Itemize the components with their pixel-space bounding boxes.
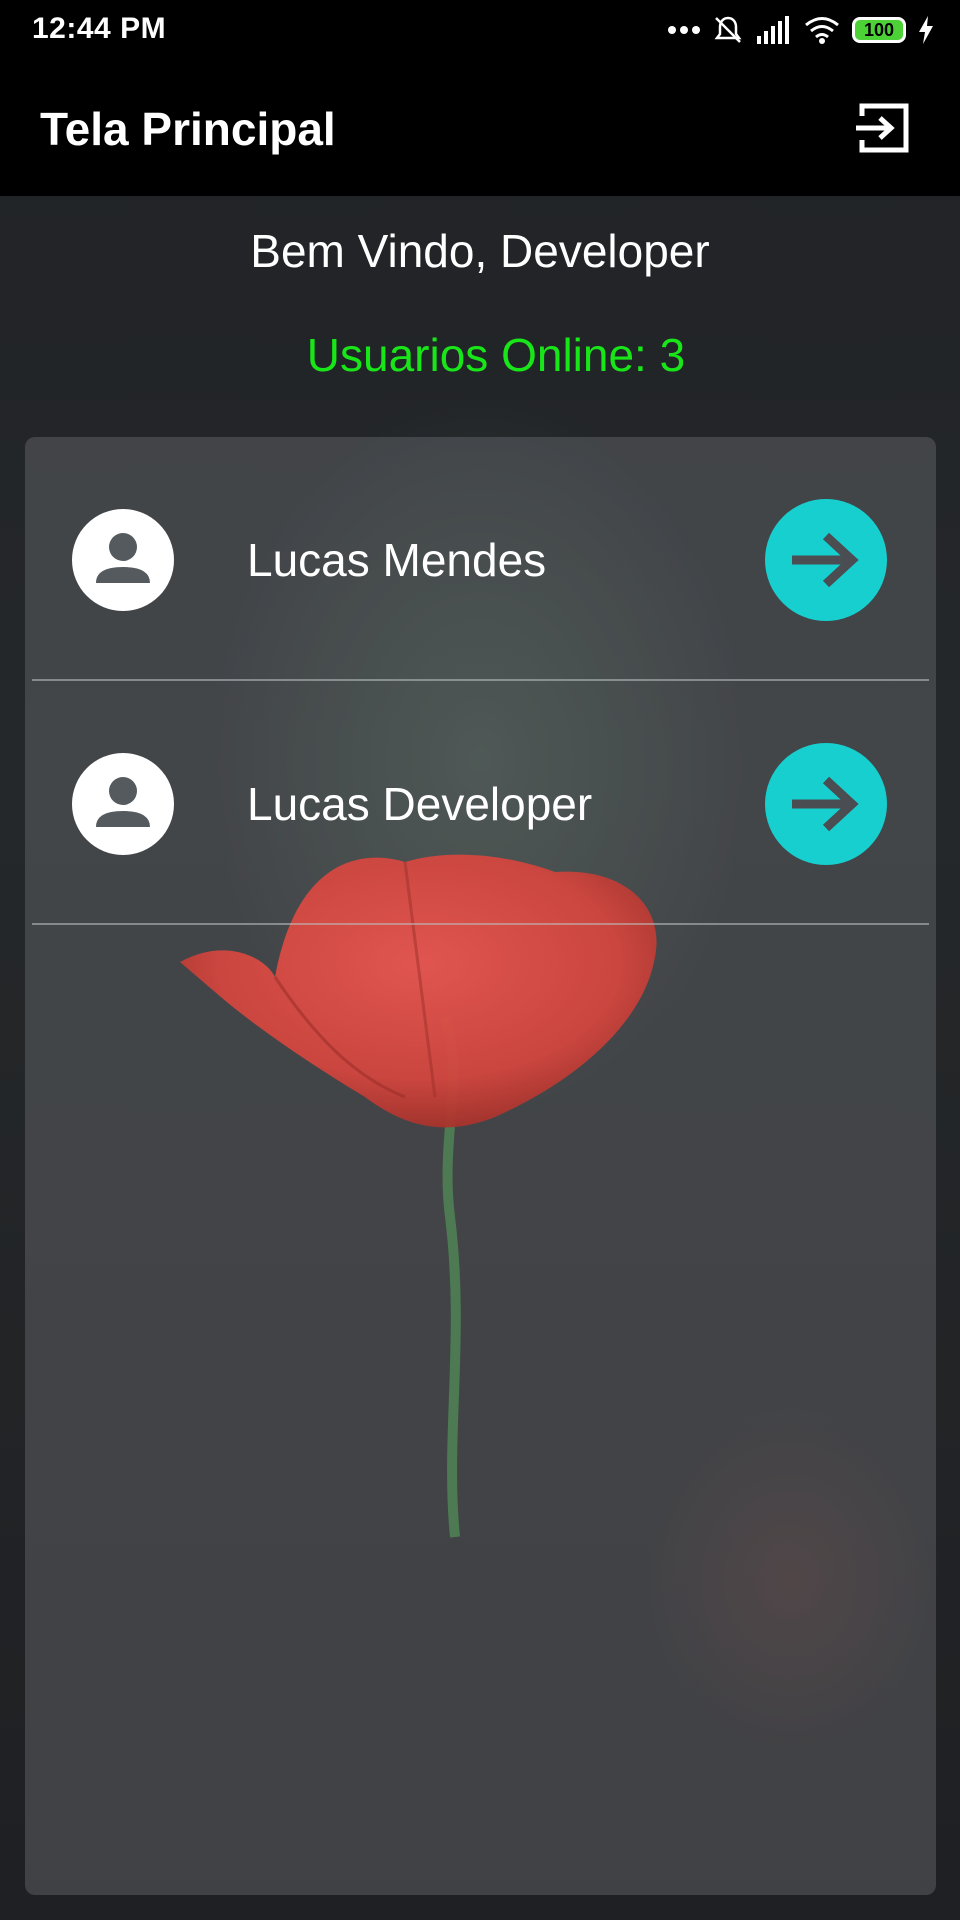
arrow-right-icon: [792, 532, 859, 588]
user-avatar-icon: [72, 753, 174, 855]
signal-icon: [757, 16, 789, 44]
app-bar: Tela Principal: [0, 60, 960, 196]
users-card: Lucas Mendes Lucas Developer: [25, 437, 936, 1895]
muted-bell-icon: [714, 16, 742, 43]
logout-button[interactable]: [850, 94, 918, 162]
welcome-text: Bem Vindo, Developer: [250, 225, 710, 277]
user-avatar-icon: [72, 509, 174, 611]
status-time: 12:44 PM: [32, 12, 167, 45]
battery-icon: 100: [852, 17, 906, 43]
open-chat-button[interactable]: [765, 499, 887, 621]
page-title: Tela Principal: [40, 103, 336, 155]
list-item[interactable]: Lucas Mendes: [25, 437, 936, 681]
divider: [32, 923, 929, 925]
online-users-count: Usuarios Online: 3: [306, 329, 686, 381]
battery-level: 100: [863, 19, 895, 40]
charging-icon: [919, 16, 933, 44]
open-chat-button[interactable]: [765, 743, 887, 865]
more-dots-icon: [668, 26, 700, 34]
user-name: Lucas Mendes: [247, 534, 547, 586]
wifi-icon: [805, 17, 839, 44]
status-icons: 100: [668, 10, 934, 50]
logout-icon: [856, 103, 909, 153]
list-item[interactable]: Lucas Developer: [25, 681, 936, 925]
arrow-right-icon: [792, 776, 859, 832]
user-name: Lucas Developer: [247, 778, 593, 830]
status-bar: 12:44 PM 100: [0, 0, 960, 60]
